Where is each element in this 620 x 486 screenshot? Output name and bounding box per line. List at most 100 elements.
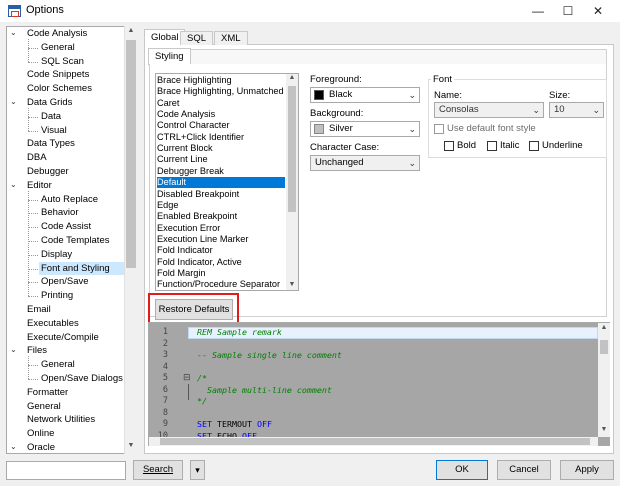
tree-item[interactable]: Debugger — [25, 165, 124, 179]
tree-item-label: Auto Replace — [41, 193, 99, 205]
bold-checkbox[interactable] — [444, 141, 454, 151]
style-element-item[interactable]: Control Character — [157, 120, 285, 131]
tab-styling[interactable]: Styling — [148, 48, 191, 65]
tree-item[interactable]: Email — [25, 303, 124, 317]
chevron-down-icon[interactable]: ⌄ — [10, 28, 17, 37]
tree-item[interactable]: General — [25, 400, 124, 414]
font-size-label: Size: — [549, 90, 571, 101]
chevron-down-icon[interactable]: ⌄ — [10, 442, 17, 451]
tree-item[interactable]: Executables — [25, 317, 124, 331]
line-number: 1 — [162, 327, 168, 337]
chevron-down-icon[interactable]: ⌄ — [10, 345, 17, 354]
tree-item[interactable]: Code Snippets — [25, 68, 124, 82]
underline-checkbox[interactable] — [529, 141, 539, 151]
tree-item[interactable]: Auto Replace — [39, 193, 124, 207]
ok-button[interactable]: OK — [436, 460, 488, 480]
editor-vscroll-thumb[interactable] — [600, 340, 608, 354]
tree-item[interactable]: Behavior — [39, 206, 124, 220]
minimize-button[interactable]: — — [523, 0, 553, 22]
style-element-item[interactable]: Debugger Break — [157, 166, 285, 177]
tree-item[interactable]: General — [39, 41, 124, 55]
apply-button[interactable]: Apply — [560, 460, 614, 480]
tree-item[interactable]: Data Types — [25, 137, 124, 151]
style-element-item[interactable]: CTRL+Click Identifier — [157, 132, 285, 143]
background-select[interactable]: Silver ⌄ — [310, 121, 420, 137]
tree-item[interactable]: SQL Scan — [39, 55, 124, 69]
editor-scroll-down-icon[interactable]: ▼ — [599, 426, 609, 433]
close-button[interactable]: ✕ — [583, 0, 613, 22]
font-name-select[interactable]: Consolas ⌄ — [434, 102, 544, 118]
tree-item[interactable]: General — [39, 358, 124, 372]
font-name-value: Consolas — [439, 104, 479, 115]
tree-item[interactable]: Code Templates — [39, 234, 124, 248]
tree-item[interactable]: Formatter — [25, 386, 124, 400]
tree-item[interactable]: Code Assist — [39, 220, 124, 234]
tree-scroll-up-icon[interactable]: ▲ — [126, 27, 136, 37]
tree-item[interactable]: Data — [39, 110, 124, 124]
tree-item[interactable]: Network Utilities — [25, 413, 124, 427]
elements-scroll-down-icon[interactable]: ▼ — [287, 281, 297, 288]
tree-item[interactable]: Open/Save Dialogs — [39, 372, 124, 386]
tab-xml[interactable]: XML — [214, 31, 248, 45]
tree-item[interactable]: Execute/Compile — [25, 331, 124, 345]
style-element-item[interactable]: Enabled Breakpoint — [157, 211, 285, 222]
background-value: Silver — [329, 123, 353, 134]
tree-item[interactable]: Printing — [39, 289, 124, 303]
tree-item[interactable]: Open/Save — [39, 275, 124, 289]
tree-item[interactable]: Color Schemes — [25, 82, 124, 96]
style-element-item[interactable]: Function/Procedure Separator — [157, 279, 285, 290]
cancel-button[interactable]: Cancel — [497, 460, 551, 480]
style-element-item[interactable]: Execution Line Marker — [157, 234, 285, 245]
use-default-font-checkbox[interactable] — [434, 124, 444, 134]
tree-item[interactable]: Code Analysis — [25, 27, 124, 41]
font-size-select[interactable]: 10 ⌄ — [549, 102, 604, 118]
tree-item[interactable]: Online — [25, 427, 124, 441]
maximize-button[interactable]: ☐ — [553, 0, 583, 22]
character-case-select[interactable]: Unchanged ⌄ — [310, 155, 420, 171]
style-element-item[interactable]: Brace Highlighting — [157, 75, 285, 86]
tree-connector — [28, 241, 38, 242]
style-element-item[interactable]: Code Analysis — [157, 109, 285, 120]
tree-item-label: Email — [27, 304, 51, 315]
tab-sql[interactable]: SQL — [180, 31, 214, 45]
style-element-item[interactable]: Fold Indicator, Active — [157, 257, 285, 268]
tree-item-label: Online — [27, 428, 55, 440]
style-element-item[interactable]: Default — [157, 177, 285, 189]
background-label: Background: — [310, 108, 364, 119]
code-line: /* — [197, 373, 207, 385]
search-options-dropdown[interactable]: ▾ — [190, 460, 205, 480]
tree-item[interactable]: Display — [39, 248, 124, 262]
foreground-select[interactable]: Black ⌄ — [310, 87, 420, 103]
tree-item[interactable]: Data Grids — [25, 96, 124, 110]
style-element-item[interactable]: Current Block — [157, 143, 285, 154]
style-element-item[interactable]: Fold Margin — [157, 268, 285, 279]
style-element-item[interactable]: Caret — [157, 98, 285, 109]
style-element-item[interactable]: Current Line — [157, 154, 285, 165]
code-token: SET — [197, 419, 217, 429]
tree-item[interactable]: Font and Styling — [39, 261, 124, 276]
tree-scroll-down-icon[interactable]: ▼ — [126, 442, 136, 452]
elements-scroll-thumb[interactable] — [288, 86, 296, 212]
chevron-down-icon[interactable]: ⌄ — [10, 97, 17, 106]
style-element-item[interactable]: Brace Highlighting, Unmatched — [157, 86, 285, 97]
search-input[interactable] — [6, 461, 126, 480]
chevron-down-icon[interactable]: ⌄ — [10, 180, 17, 189]
tree-scroll-thumb[interactable] — [126, 40, 136, 268]
tree-item[interactable]: Files — [25, 344, 124, 358]
tree-item[interactable]: Visual — [39, 124, 124, 138]
italic-checkbox[interactable] — [487, 141, 497, 151]
line-number: 4 — [162, 361, 168, 372]
tree-item[interactable]: Editor — [25, 179, 124, 193]
style-element-item[interactable]: Edge — [157, 200, 285, 211]
code-line: -- Sample single line comment — [197, 350, 342, 362]
style-element-item[interactable]: Execution Error — [157, 223, 285, 234]
editor-scroll-up-icon[interactable]: ▲ — [599, 324, 609, 331]
elements-scroll-up-icon[interactable]: ▲ — [287, 74, 297, 81]
tree-item[interactable]: DBA — [25, 151, 124, 165]
editor-hscroll-thumb[interactable] — [160, 438, 590, 445]
tree-item[interactable]: Oracle — [25, 441, 124, 455]
search-button[interactable]: Search — [133, 460, 183, 480]
fold-collapse-icon[interactable]: ⊟ — [183, 372, 191, 383]
style-element-item[interactable]: Fold Indicator — [157, 245, 285, 256]
style-element-item[interactable]: Disabled Breakpoint — [157, 189, 285, 200]
